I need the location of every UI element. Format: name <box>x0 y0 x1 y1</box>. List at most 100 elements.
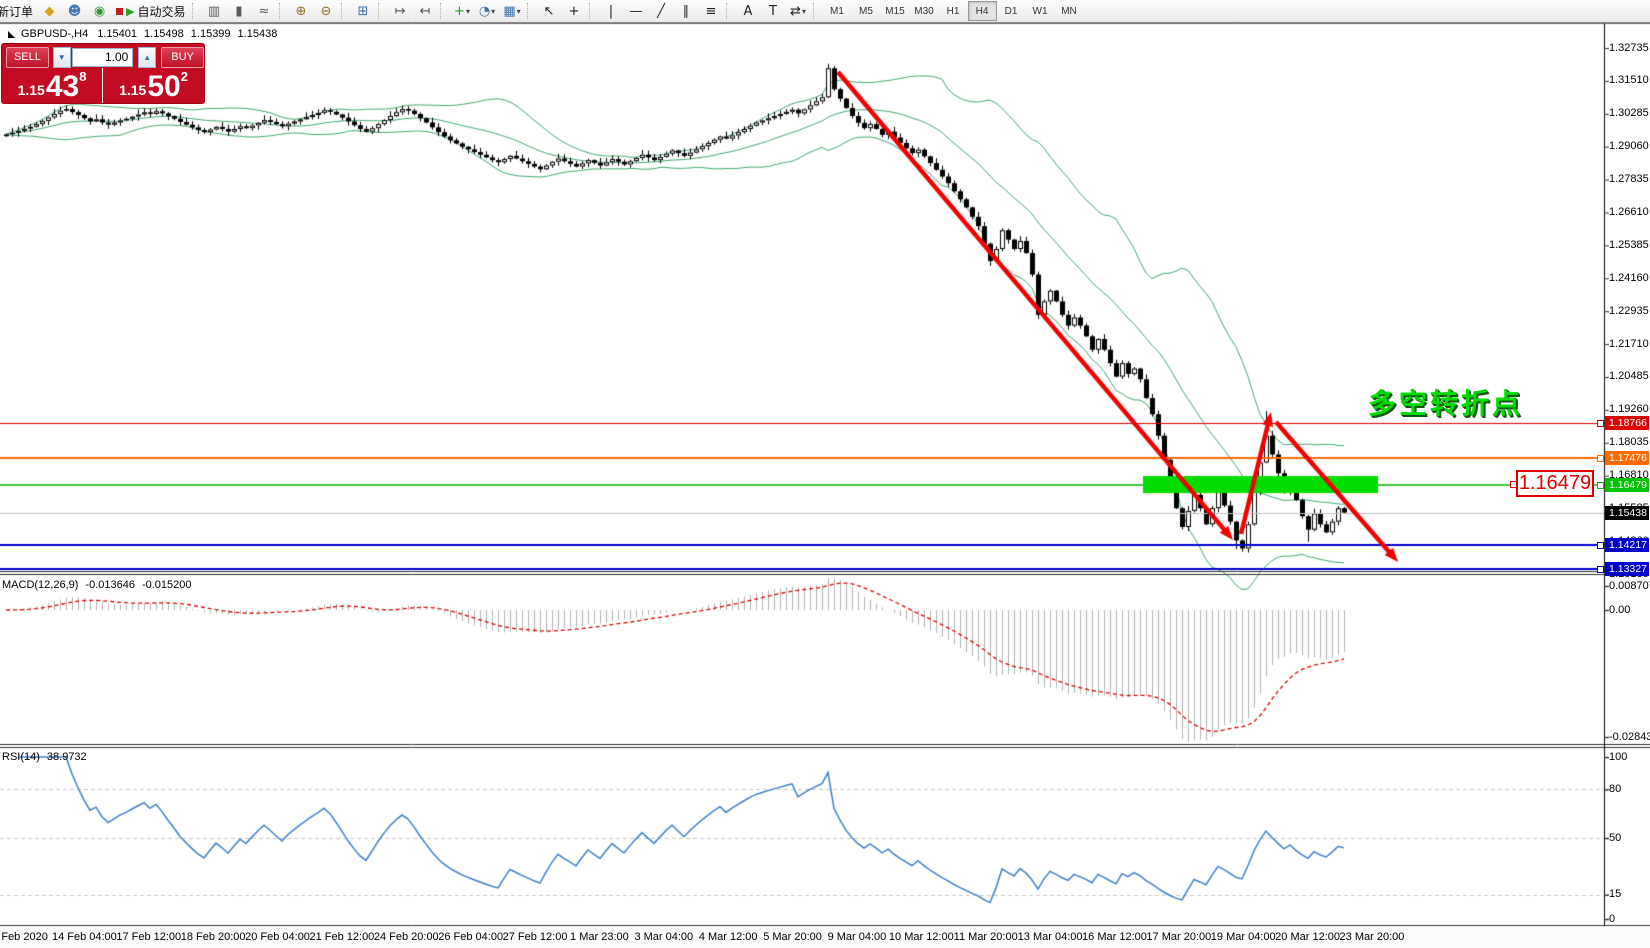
buy-price[interactable]: 1.15 50 2 <box>103 68 204 103</box>
timeframe-h4[interactable]: H4 <box>968 1 997 21</box>
volume-decrease-button[interactable]: ▼ <box>53 47 71 68</box>
time-axis-label: 21 Feb 12:00 <box>309 931 374 943</box>
macd-label: MACD(12,26,9) -0.013646 -0.015200 <box>2 579 192 591</box>
text-label-icon[interactable]: T <box>761 1 786 22</box>
time-axis-label: 23 Mar 20:00 <box>1340 931 1405 943</box>
rsi-name: RSI(14) <box>2 751 40 763</box>
zoom-in-icon[interactable]: ⊕ <box>289 1 314 22</box>
main-toolbar: 新订单 ◆☻◉▶自动交易 ▥▮≈ ⊕⊖ ⊞ ↦↤ +▾◔▾▦▾ ↖+ |—╱∥≡ AT⇄▾ M1… <box>0 0 1650 23</box>
rsi-axis-label: 50 <box>1609 832 1621 844</box>
timeframe-m1[interactable]: M1 <box>823 1 852 21</box>
text-icon[interactable]: A <box>736 1 761 22</box>
chart-marker-icon <box>8 31 15 38</box>
autotrading-label: 自动交易 <box>137 3 185 20</box>
price-chart-canvas[interactable] <box>0 0 1650 948</box>
crosshair-icon[interactable]: + <box>562 1 587 22</box>
time-axis-label: 16 Mar 12:00 <box>1082 931 1147 943</box>
price-tick-label: 1.30285 <box>1609 107 1650 119</box>
toolbar-icons: ◆☻◉▶自动交易 ▥▮≈ ⊕⊖ ⊞ ↦↤ +▾◔▾▦▾ ↖+ |—╱∥≡ AT⇄▾ <box>37 1 822 22</box>
sell-price[interactable]: 1.15 43 8 <box>2 68 103 103</box>
turning-point-annotation[interactable]: 多空转折点 <box>1368 382 1523 422</box>
rsi-axis-label: 80 <box>1609 783 1621 795</box>
timeframe-mn[interactable]: MN <box>1055 1 1084 21</box>
price-tick-label: 1.22935 <box>1609 305 1650 317</box>
autotrading-button[interactable]: ▶自动交易 <box>112 3 189 20</box>
cursor-icon[interactable]: ↖ <box>537 1 562 22</box>
macd-value-2: -0.015200 <box>142 579 192 591</box>
rsi-label: RSI(14) 38.9732 <box>2 751 87 763</box>
rsi-axis-label: 15 <box>1609 888 1621 900</box>
toolbar-separator <box>378 3 386 19</box>
price-tick-label: 1.27835 <box>1609 173 1650 185</box>
toolbar-separator <box>279 3 287 19</box>
line-chart-icon[interactable]: ≈ <box>252 1 277 22</box>
price-tick-label: 1.19260 <box>1609 403 1650 415</box>
time-axis-label: 1 Mar 23:00 <box>570 931 629 943</box>
equidistant-channel-icon[interactable]: ∥ <box>674 1 699 22</box>
horizontal-line-icon[interactable]: — <box>624 1 649 22</box>
fibonacci-icon[interactable]: ≡ <box>699 1 724 22</box>
toolbar-separator <box>440 3 448 19</box>
price-badge-1.14217: 1.14217 <box>1605 538 1649 552</box>
chart-shift-icon[interactable]: ↤ <box>413 1 438 22</box>
chevron-down-icon: ▾ <box>466 7 470 16</box>
buy-button[interactable]: BUY <box>161 47 204 68</box>
auto-scroll-icon[interactable]: ↦ <box>388 1 413 22</box>
time-axis-label: 2 Feb 2020 <box>0 931 48 943</box>
timeframe-m15[interactable]: M15 <box>881 1 910 21</box>
rsi-value: 38.9732 <box>47 751 87 763</box>
new-order-icon[interactable]: ◆ <box>37 1 62 22</box>
buy-price-main: 1.15 <box>119 82 146 101</box>
callout-anchor-square <box>1510 481 1517 488</box>
arrows-icon[interactable]: ⇄▾ <box>786 1 811 22</box>
timeframe-d1[interactable]: D1 <box>997 1 1026 21</box>
price-tick-label: 1.29060 <box>1609 140 1650 152</box>
price-callout-box[interactable]: 1.16479 <box>1516 470 1594 497</box>
vertical-line-icon[interactable]: | <box>599 1 624 22</box>
price-badge-1.18766: 1.18766 <box>1605 416 1649 430</box>
volume-increase-button[interactable]: ▲ <box>138 47 156 68</box>
periods-button[interactable]: ◔▾ <box>475 1 500 22</box>
price-badge-1.13327: 1.13327 <box>1605 562 1649 576</box>
symbol-period-label: GBPUSD-,H4 <box>21 28 88 40</box>
level-anchor-square <box>1597 420 1604 427</box>
macd-axis-label: 0.00 <box>1609 604 1630 616</box>
time-axis-label: 19 Mar 04:00 <box>1211 931 1276 943</box>
chevron-down-icon: ▾ <box>802 7 806 16</box>
signal-icon[interactable]: ◉ <box>87 1 112 22</box>
add-indicator-button[interactable]: +▾ <box>450 1 475 22</box>
level-anchor-square <box>1597 455 1604 462</box>
autotrading-stop-icon <box>116 8 123 15</box>
price-badge-1.17476: 1.17476 <box>1605 451 1649 465</box>
chevron-down-icon: ▾ <box>491 7 495 16</box>
toolbar-separator <box>527 3 535 19</box>
bar-chart-icon[interactable]: ▥ <box>202 1 227 22</box>
volume-input[interactable]: 1.00 <box>72 48 134 67</box>
tile-windows-icon[interactable]: ⊞ <box>351 1 376 22</box>
templates-button[interactable]: ▦▾ <box>500 1 525 22</box>
low-value: 1.15399 <box>191 28 231 40</box>
price-tick-label: 1.21710 <box>1609 338 1650 350</box>
one-click-trading-panel: SELL ▼ 1.00 ▲ BUY 1.15 43 8 1.15 50 2 <box>2 44 204 103</box>
timeframe-h1[interactable]: H1 <box>939 1 968 21</box>
time-axis-label: 4 Mar 12:00 <box>699 931 758 943</box>
time-axis-label: 17 Mar 20:00 <box>1146 931 1211 943</box>
candlestick-icon[interactable]: ▮ <box>227 1 252 22</box>
timeframe-m30[interactable]: M30 <box>910 1 939 21</box>
price-tick-label: 1.18035 <box>1609 436 1650 448</box>
timeframe-w1[interactable]: W1 <box>1026 1 1055 21</box>
price-tick-label: 1.32735 <box>1609 42 1650 54</box>
chevron-down-icon: ▾ <box>517 7 521 16</box>
new-order-button[interactable]: 新订单 <box>0 3 37 20</box>
macd-name: MACD(12,26,9) <box>2 579 78 591</box>
toolbar-separator <box>813 3 821 19</box>
time-axis-label: 24 Feb 20:00 <box>374 931 439 943</box>
sell-button[interactable]: SELL <box>6 47 49 68</box>
buy-price-big: 50 <box>147 73 180 101</box>
accounts-icon[interactable]: ☻ <box>62 1 87 22</box>
trendline-icon[interactable]: ╱ <box>649 1 674 22</box>
toolbar-separator <box>726 3 734 19</box>
timeframe-m5[interactable]: M5 <box>852 1 881 21</box>
time-axis-label: 10 Mar 12:00 <box>889 931 954 943</box>
zoom-out-icon[interactable]: ⊖ <box>314 1 339 22</box>
